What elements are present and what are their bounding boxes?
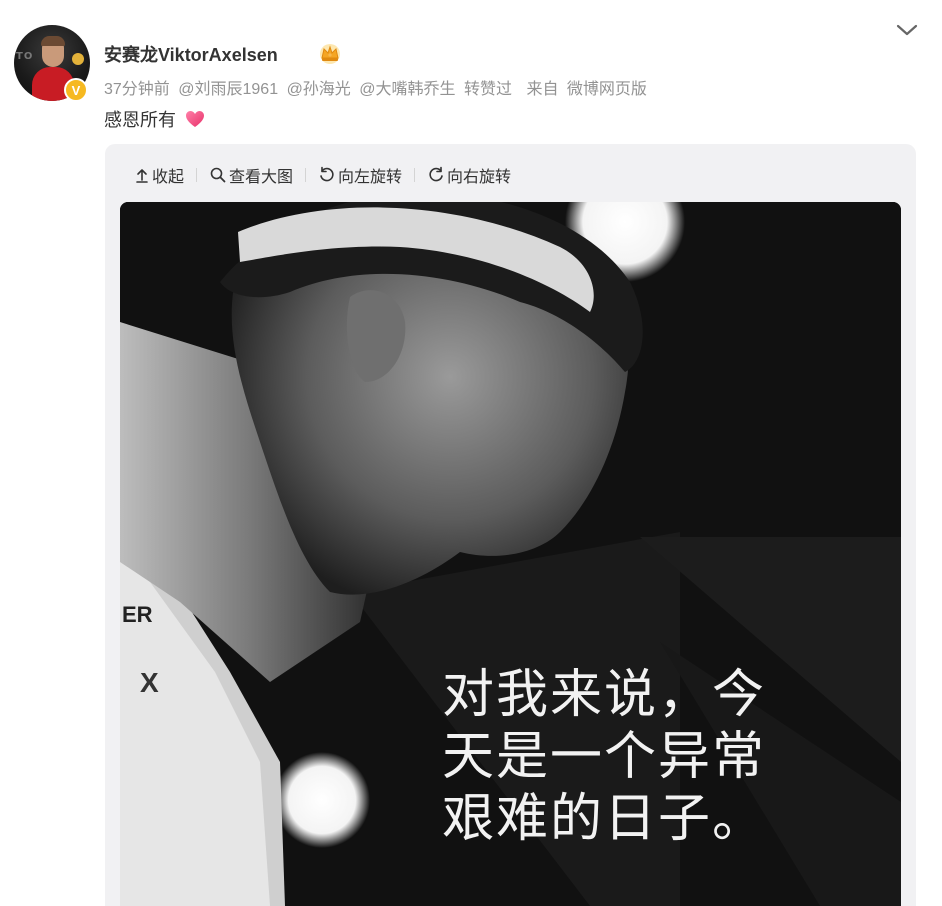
- avatar-hair: [41, 36, 65, 46]
- post-text-row: 感恩所有: [104, 106, 206, 132]
- collapse-label: 收起: [152, 169, 185, 186]
- mention-link[interactable]: @孙海光: [287, 81, 351, 98]
- crown-icon[interactable]: [318, 42, 342, 64]
- rotate-right-button[interactable]: 向右旋转: [427, 163, 511, 187]
- rotate-left-button[interactable]: 向左旋转: [318, 163, 402, 187]
- verified-badge: V: [64, 78, 88, 102]
- view-large-label: 查看大图: [229, 169, 294, 186]
- image-caption: 对我来说，今 天是一个异常 艰难的日子。: [442, 664, 766, 850]
- reposted-label: 转赞过: [463, 81, 512, 98]
- search-icon: [210, 167, 226, 183]
- rotate-left-icon: [320, 166, 334, 182]
- mention-link[interactable]: @刘雨辰1961: [178, 81, 278, 98]
- source-link[interactable]: 微博网页版: [567, 81, 647, 98]
- author-name[interactable]: 安赛龙ViktorAxelsen: [104, 41, 278, 67]
- svg-text:ER: ER: [122, 602, 153, 627]
- avatar-background-text: TO: [16, 51, 34, 62]
- image-toolbar: 收起 查看大图 向左旋转 向右旋转: [134, 162, 511, 188]
- caption-line: 对我来说，今: [442, 665, 767, 725]
- avatar-medal: [72, 53, 84, 65]
- heart-icon: [184, 108, 206, 130]
- toolbar-divider: [305, 168, 307, 182]
- rotate-left-label: 向左旋转: [338, 169, 403, 186]
- expand-chevron-down-icon[interactable]: [894, 20, 920, 40]
- rotate-right-icon: [429, 166, 443, 182]
- caption-line: 天是一个异常: [442, 727, 767, 787]
- rotate-right-label: 向右旋转: [447, 169, 512, 186]
- collapse-icon: [136, 169, 148, 183]
- collapse-button[interactable]: 收起: [134, 163, 184, 187]
- mention-link[interactable]: @大嘴韩乔生: [359, 81, 455, 98]
- toolbar-divider: [414, 168, 416, 182]
- svg-text:X: X: [140, 667, 159, 698]
- source-prefix: 来自: [526, 81, 559, 98]
- post-time[interactable]: 37分钟前: [104, 81, 170, 98]
- post-text: 感恩所有: [104, 110, 176, 130]
- toolbar-divider: [196, 168, 198, 182]
- post-image[interactable]: ER X 对我来说，今 天是一个异常 艰难的日子。: [120, 202, 901, 906]
- view-large-button[interactable]: 查看大图: [209, 163, 293, 187]
- caption-line: 艰难的日子。: [442, 789, 767, 849]
- post-meta: 37分钟前 @刘雨辰1961 @孙海光 @大嘴韩乔生 转赞过 来自 微博网页版: [104, 75, 651, 99]
